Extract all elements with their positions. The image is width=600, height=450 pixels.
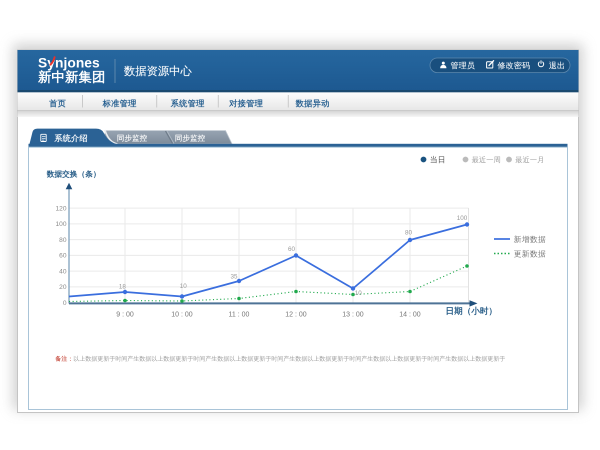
svg-text:120: 120	[55, 205, 66, 212]
svg-text:60: 60	[288, 246, 296, 253]
svg-text:9 : 00: 9 : 00	[116, 311, 134, 318]
svg-text:10: 10	[355, 290, 363, 297]
svg-text:20: 20	[59, 284, 67, 291]
svg-text:14 : 00: 14 : 00	[399, 311, 421, 318]
svg-text:60: 60	[59, 253, 67, 260]
svg-text:100: 100	[55, 221, 66, 228]
svg-text:40: 40	[59, 268, 67, 275]
svg-text:10: 10	[180, 283, 188, 290]
svg-text:35: 35	[230, 273, 238, 280]
svg-text:12 : 00: 12 : 00	[285, 311, 307, 318]
svg-text:0: 0	[63, 300, 67, 307]
svg-text:100: 100	[457, 215, 468, 222]
svg-text:18: 18	[119, 284, 127, 291]
svg-text:80: 80	[405, 230, 413, 237]
svg-text:80: 80	[59, 237, 67, 244]
svg-text:Synjones: Synjones	[38, 56, 100, 71]
svg-text:10 : 00: 10 : 00	[171, 311, 193, 318]
svg-text:13 : 00: 13 : 00	[342, 311, 364, 318]
svg-text:11 : 00: 11 : 00	[229, 311, 250, 318]
